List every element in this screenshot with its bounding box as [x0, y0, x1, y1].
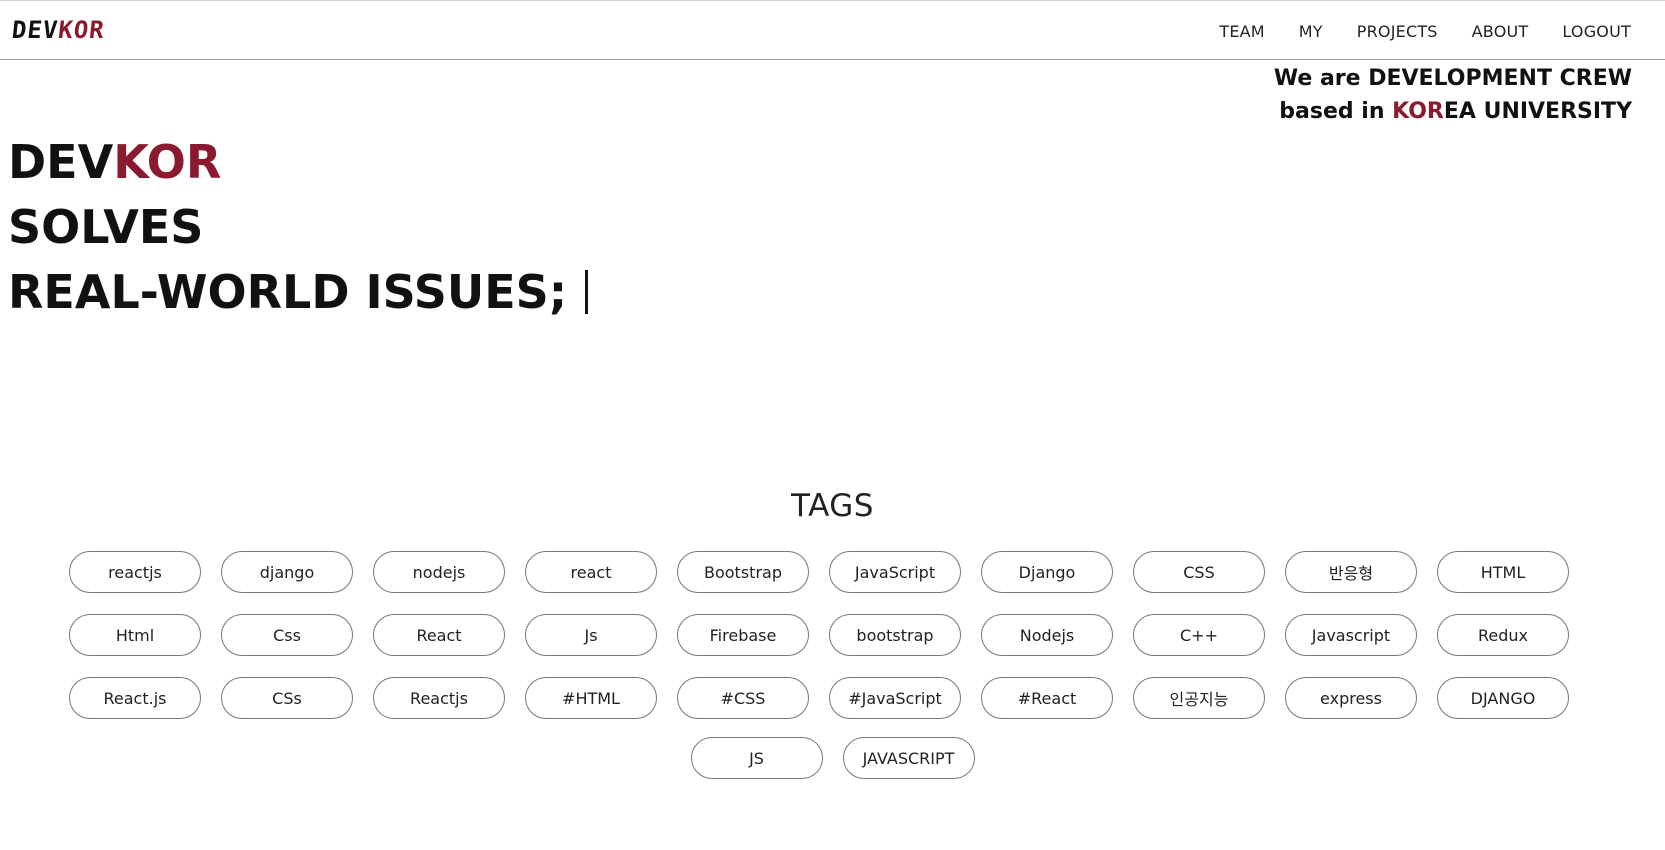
tagline-line1: We are DEVELOPMENT CREW [1273, 66, 1632, 91]
tag-grid-last-row: JS JAVASCRIPT [0, 737, 1665, 779]
hero-line3-text: REAL-WORLD ISSUES; [8, 265, 568, 319]
tag-pill[interactable]: #JavaScript [829, 677, 961, 719]
hero-dev: DEV [8, 135, 114, 189]
tag-pill[interactable]: django [221, 551, 353, 593]
tag-pill[interactable]: #React [981, 677, 1113, 719]
tagline-line2-pre: based in [1279, 99, 1393, 124]
top-navbar: DEVKOR TEAM MY PROJECTS ABOUT LOGOUT [0, 0, 1665, 60]
main-nav: TEAM MY PROJECTS ABOUT LOGOUT [1215, 1, 1635, 61]
tag-pill[interactable]: react [525, 551, 657, 593]
logo-kor: KOR [56, 16, 107, 44]
tag-pill[interactable]: nodejs [373, 551, 505, 593]
tag-pill[interactable]: #CSS [677, 677, 809, 719]
hero-kor: KOR [113, 135, 222, 189]
tag-pill[interactable]: CSs [221, 677, 353, 719]
tag-pill[interactable]: JS [690, 737, 823, 779]
nav-my[interactable]: MY [1295, 18, 1327, 45]
tag-pill[interactable]: Js [525, 614, 657, 656]
tag-pill[interactable]: C++ [1133, 614, 1265, 656]
hero-line1: DEVKOR [8, 130, 588, 195]
tag-pill[interactable]: Javascript [1285, 614, 1417, 656]
tag-pill[interactable]: Nodejs [981, 614, 1113, 656]
tag-pill[interactable]: Firebase [677, 614, 809, 656]
tag-pill[interactable]: JAVASCRIPT [842, 737, 975, 779]
nav-logout[interactable]: LOGOUT [1558, 18, 1635, 45]
tag-pill[interactable]: #HTML [525, 677, 657, 719]
tagline-line2-kor: KOR [1392, 99, 1444, 124]
devkor-logo[interactable]: DEVKOR [10, 13, 107, 47]
tag-pill[interactable]: bootstrap [829, 614, 961, 656]
tag-pill[interactable]: CSS [1133, 551, 1265, 593]
nav-projects[interactable]: PROJECTS [1353, 18, 1442, 45]
hero-line3: REAL-WORLD ISSUES; [8, 260, 589, 325]
tag-pill[interactable]: Css [221, 614, 353, 656]
tag-pill[interactable]: Redux [1437, 614, 1569, 656]
nav-about[interactable]: ABOUT [1468, 18, 1533, 45]
tag-pill[interactable]: 반응형 [1285, 551, 1417, 593]
tag-pill[interactable]: React [373, 614, 505, 656]
tag-pill[interactable]: express [1285, 677, 1417, 719]
tag-pill[interactable]: HTML [1437, 551, 1569, 593]
nav-team[interactable]: TEAM [1215, 18, 1268, 45]
logo-dev: DEV [10, 16, 60, 44]
tag-pill[interactable]: Reactjs [373, 677, 505, 719]
tag-pill[interactable]: JavaScript [829, 551, 961, 593]
tag-grid: reactjs django nodejs react Bootstrap JavaScr… [69, 551, 1596, 719]
hero-heading: DEVKOR SOLVES REAL-WORLD ISSUES; [8, 130, 589, 325]
tag-pill[interactable]: Html [69, 614, 201, 656]
tag-pill[interactable]: React.js [69, 677, 201, 719]
hero-line2: SOLVES [8, 200, 204, 254]
tagline-line2-post: EA UNIVERSITY [1443, 99, 1632, 124]
typing-cursor [585, 270, 589, 314]
tag-pill[interactable]: 인공지능 [1133, 677, 1265, 719]
tagline-line2: based in KOREA UNIVERSITY [1274, 95, 1632, 128]
tag-pill[interactable]: Bootstrap [677, 551, 809, 593]
tag-pill[interactable]: reactjs [69, 551, 201, 593]
tagline: We are DEVELOPMENT CREW based in KOREA U… [1274, 62, 1632, 128]
tags-title: TAGS [791, 488, 874, 524]
tag-pill[interactable]: DJANGO [1437, 677, 1569, 719]
tag-pill[interactable]: Django [981, 551, 1113, 593]
